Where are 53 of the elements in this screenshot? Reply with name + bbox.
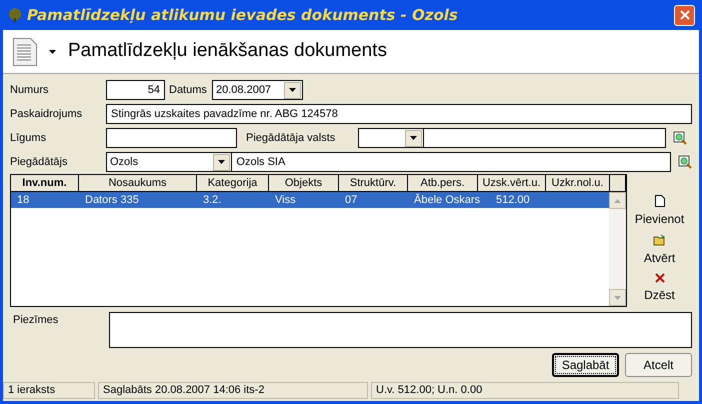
caret-icon <box>218 160 226 164</box>
status-panel: Saglabāts 20.08.2007 14:06 its-2 <box>98 382 368 399</box>
table-cell-text: 512.00 <box>495 193 531 208</box>
down-arrow-icon <box>614 296 621 300</box>
field-label: Piegādātājs <box>10 154 68 170</box>
scrollbar[interactable] <box>609 192 626 306</box>
caret-icon <box>49 50 56 54</box>
toolbar-button[interactable]: Atvērt <box>640 234 680 267</box>
dialog-button[interactable]: Saglabāt <box>552 353 619 377</box>
page-icon <box>654 195 664 207</box>
lookup-icon[interactable] <box>673 131 687 145</box>
table-row[interactable]: 18 Dators 335 3.2. Viss 07 Ābele Oskars 512.00 <box>11 192 609 208</box>
document-icon <box>13 38 37 66</box>
number-field[interactable]: 54 <box>106 80 165 100</box>
status-panel: 1 ieraksts <box>3 382 95 399</box>
status-panel: U.v. 512.00; U.n. 0.00 <box>371 382 679 399</box>
contract-field[interactable] <box>106 128 237 148</box>
toolbar-button[interactable]: Dzēst <box>640 273 679 304</box>
dropdown-button[interactable] <box>213 154 230 170</box>
field-label: Numurs <box>10 82 50 98</box>
caret-icon <box>410 136 417 140</box>
field-label: Paskaidrojums <box>10 106 84 122</box>
table-cell-text: Dators 335 <box>84 193 140 208</box>
supplier-name-field[interactable]: Ozols SIA <box>232 152 671 172</box>
caret-icon <box>289 88 296 92</box>
field-label: Piezīmes <box>12 313 60 328</box>
supplier-dropdown[interactable]: Ozols <box>106 152 232 172</box>
close-icon <box>680 10 690 20</box>
toolbar-button[interactable]: Pievienot <box>630 195 688 228</box>
table-cell-text: 3.2. <box>202 193 222 208</box>
dialog-button[interactable]: Atcelt <box>625 353 692 377</box>
country-name-field[interactable] <box>424 128 666 148</box>
table-cell-text: 18 <box>16 193 30 208</box>
window-title: Pamatlīdzekļu atlikumu ievades dokuments - Ozols <box>27 4 459 26</box>
date-field[interactable]: 20.08.2007 <box>212 80 303 100</box>
field-label: Līgums <box>10 130 48 146</box>
dropdown-button[interactable] <box>284 82 301 98</box>
delete-icon <box>654 273 664 283</box>
field-label: Piegādātāja valsts <box>245 130 336 146</box>
up-arrow-icon <box>614 198 621 202</box>
notes-field[interactable] <box>108 312 692 348</box>
description-field[interactable]: Stingrās uzskaites pavadzīme nr. ABG 124578 <box>106 104 692 124</box>
table-cell-text: Ābele Oskars <box>413 192 478 208</box>
dropdown-button[interactable] <box>405 130 422 146</box>
country-dropdown[interactable] <box>358 128 424 148</box>
table-cell-text: Viss <box>274 193 297 208</box>
tree-logo-icon <box>7 7 23 23</box>
folder-icon <box>652 234 666 246</box>
close-button[interactable] <box>674 4 695 26</box>
table-cell-text: 07 <box>344 193 358 208</box>
field-label: Datums <box>168 82 208 98</box>
lookup-icon[interactable] <box>678 155 692 169</box>
document-heading: Pamatlīdzekļu ienākšanas dokuments <box>68 39 387 64</box>
